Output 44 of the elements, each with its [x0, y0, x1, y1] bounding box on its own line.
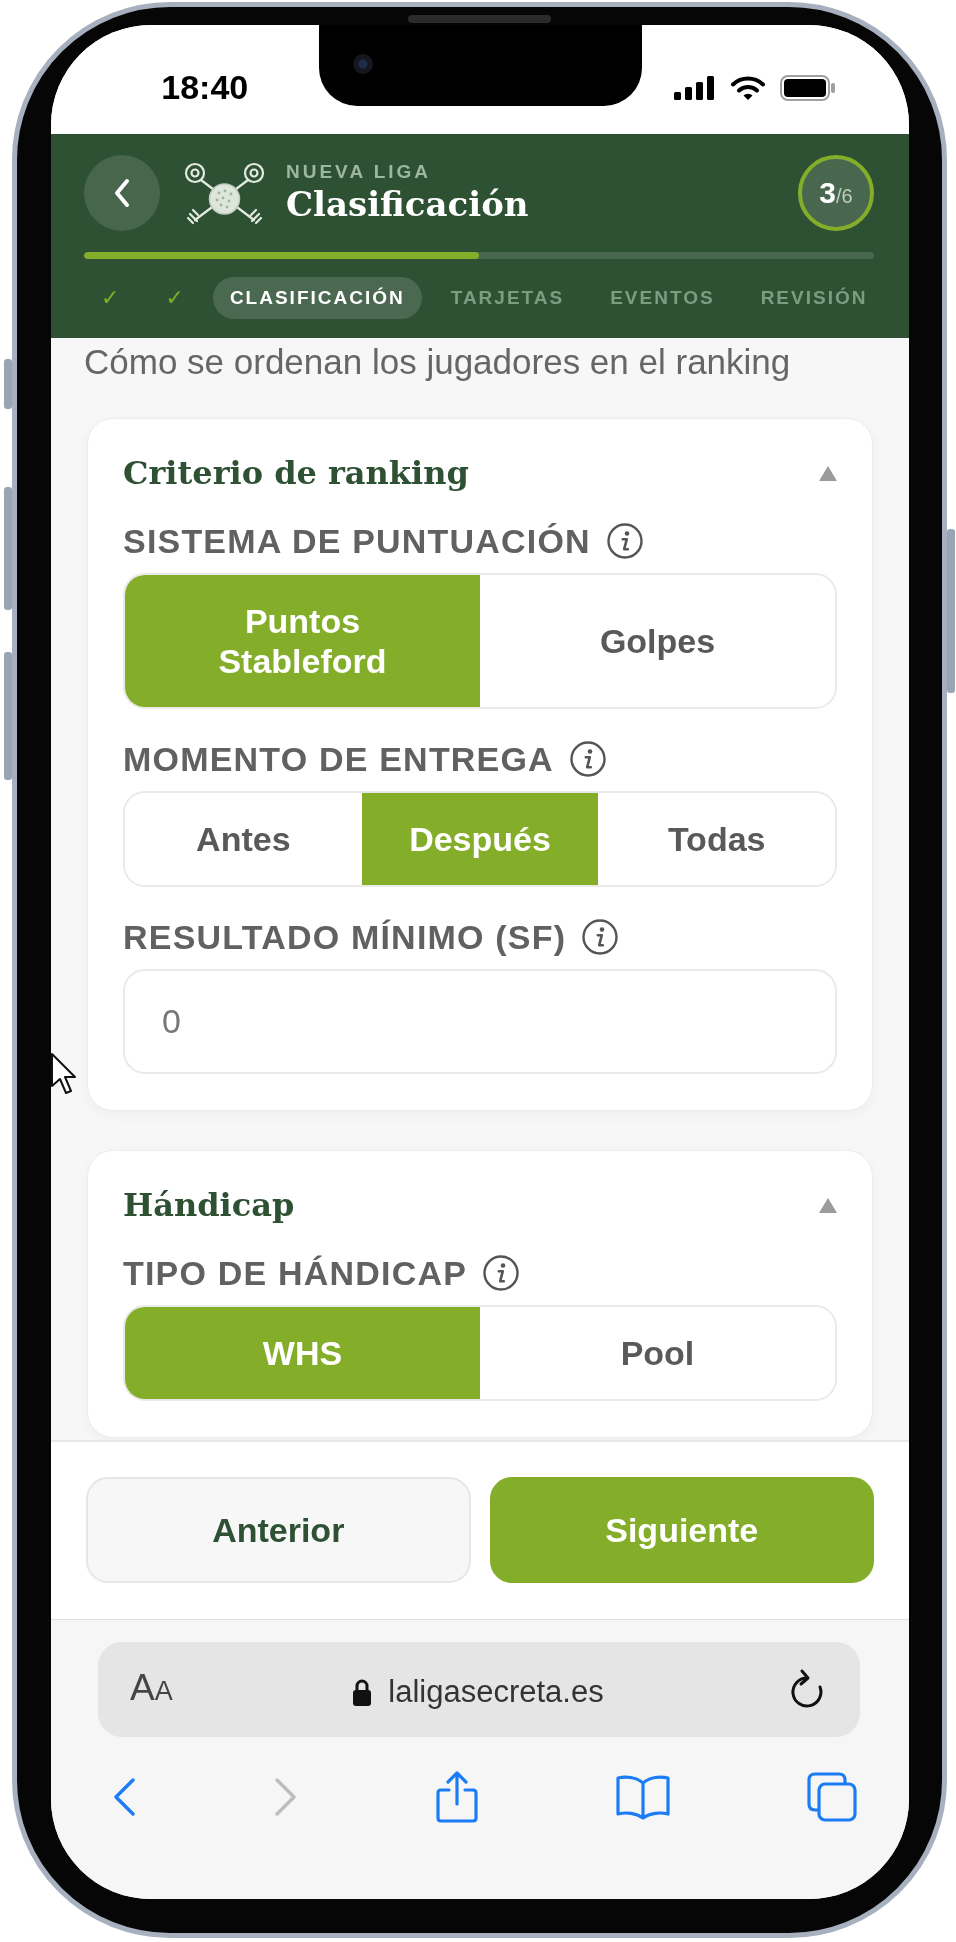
- step-tab[interactable]: REVISIÓN: [743, 277, 885, 319]
- tabs-icon[interactable]: [807, 1772, 857, 1822]
- status-time: 18:40: [161, 70, 249, 104]
- step-tab[interactable]: ✓: [148, 277, 201, 319]
- info-icon[interactable]: [569, 741, 606, 777]
- field-label: TIPO DE HÁNDICAP: [123, 1253, 468, 1293]
- crossed-keys-ball-icon: [182, 161, 267, 225]
- card-title: Criterio de ranking: [123, 453, 469, 494]
- step-tab[interactable]: CLASIFICACIÓN: [212, 277, 422, 319]
- number-input[interactable]: 0: [123, 969, 837, 1074]
- segment-option[interactable]: Después: [361, 793, 599, 885]
- field-label: SISTEMA DE PUNTUACIÓN: [123, 521, 591, 561]
- text-size-button[interactable]: AA: [130, 1668, 173, 1711]
- chevron-left-icon[interactable]: [111, 1777, 137, 1817]
- step-number: 3: [819, 178, 836, 208]
- card-title: Hándicap: [123, 1185, 295, 1226]
- info-icon[interactable]: [606, 523, 643, 559]
- camera-lens-icon: [351, 53, 374, 75]
- field-label: MOMENTO DE ENTREGA: [123, 739, 554, 779]
- share-icon[interactable]: [435, 1770, 479, 1824]
- field-label: RESULTADO MÍNIMO (SF): [123, 917, 567, 957]
- wifi-icon: [730, 75, 767, 101]
- lock-icon: [352, 1677, 373, 1706]
- step-tab[interactable]: ✓: [84, 277, 137, 319]
- caret-up-icon[interactable]: [819, 465, 837, 481]
- next-button[interactable]: Siguiente: [489, 1477, 874, 1583]
- book-icon[interactable]: [615, 1774, 671, 1820]
- previous-button[interactable]: Anterior: [86, 1477, 471, 1583]
- chevron-left-icon: [113, 178, 131, 208]
- address-bar[interactable]: AA laligasecreta.es: [98, 1642, 860, 1737]
- segment-option[interactable]: Puntos Stableford: [125, 575, 480, 707]
- battery-icon: [780, 75, 837, 101]
- info-icon[interactable]: [582, 919, 619, 955]
- step-tab[interactable]: TARJETAS: [433, 277, 582, 319]
- step-tab[interactable]: EVENTOS: [593, 277, 732, 319]
- info-icon[interactable]: [483, 1255, 520, 1291]
- url-text: laligasecreta.es: [388, 1672, 604, 1711]
- page-title: Clasificación: [286, 183, 529, 225]
- caret-up-icon[interactable]: [819, 1197, 837, 1213]
- page-subtitle: Cómo se ordenan los jugadores en el ranking: [84, 341, 792, 383]
- signal-icon: [674, 76, 717, 100]
- segment-option[interactable]: WHS: [125, 1307, 480, 1399]
- step-total: /6: [836, 186, 853, 206]
- eyebrow-label: NUEVA LIGA: [286, 161, 433, 183]
